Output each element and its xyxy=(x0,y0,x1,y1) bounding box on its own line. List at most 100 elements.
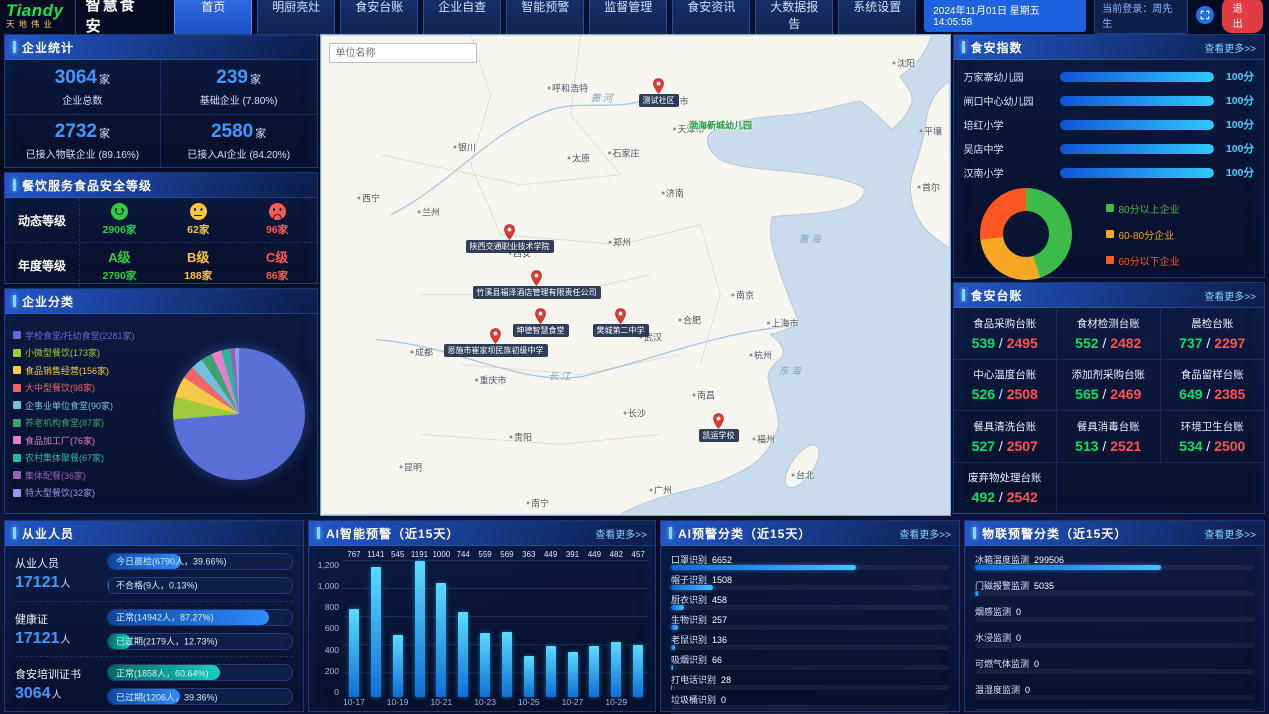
city-dot xyxy=(892,62,895,65)
staff-label: 食安培训证书 xyxy=(15,666,99,682)
hbar-row: 垃圾桶识别0 xyxy=(671,693,949,710)
nav-item-5[interactable]: 监督管理 xyxy=(589,0,667,36)
panel-title: AI预警分类（近15天） xyxy=(678,525,811,542)
legend-item[interactable]: 集体配餐(36家) xyxy=(13,469,165,482)
hbar-value: 0 xyxy=(1016,633,1021,643)
logout-button[interactable]: 退出 xyxy=(1222,0,1263,33)
city-label: 福州 xyxy=(757,433,775,446)
hbar-label: 帽子识别 xyxy=(671,575,707,585)
bar-area xyxy=(627,560,649,697)
stat-cell-2: 2732家已接入物联企业 (89.16%) xyxy=(5,115,161,169)
hbar-row: 口罩识别6652 xyxy=(671,553,949,570)
hbar-value: 0 xyxy=(721,695,726,705)
bar xyxy=(589,646,599,697)
city-dot xyxy=(731,294,734,297)
count-separator: / xyxy=(995,386,1007,402)
hbar-fill xyxy=(671,665,673,670)
legend-item[interactable]: 农村集体聚餐(67家) xyxy=(13,451,165,464)
ledger-cell[interactable]: 餐具消毒台账513 / 2521 xyxy=(1057,411,1161,463)
bar-value-label: 1191 xyxy=(411,550,428,560)
ledger-cell[interactable]: 废弃物处理台账492 / 2542 xyxy=(954,463,1058,515)
china-map xyxy=(321,35,950,514)
nav-item-7[interactable]: 大数据报告 xyxy=(755,0,833,36)
index-bar-fill xyxy=(1060,168,1215,178)
map-pin[interactable]: 凯运学校 xyxy=(699,413,739,442)
city-label: 太原 xyxy=(572,152,590,165)
safety-level-row-0: 动态等级2906家62家96家 xyxy=(5,198,317,243)
map-city: 济南 xyxy=(661,187,684,200)
hbar-label: 老鼠识别 xyxy=(671,635,707,645)
view-more-link[interactable]: 查看更多>> xyxy=(1204,40,1256,55)
ledger-values: 565 / 2469 xyxy=(1075,386,1141,402)
nav-item-8[interactable]: 系统设置 xyxy=(838,0,916,36)
nav-item-4[interactable]: 智能预警 xyxy=(506,0,584,36)
safety-index-list: 万家寨幼儿园100分闸口中心幼儿园100分培红小学100分吴店中学100分汉南小… xyxy=(954,60,1265,184)
bar-area xyxy=(583,560,605,697)
bar xyxy=(611,642,621,697)
ledger-cell[interactable]: 环境卫生台账534 / 2500 xyxy=(1161,411,1265,463)
ledger-label: 废弃物处理台账 xyxy=(968,470,1042,485)
city-label: 郑州 xyxy=(613,236,631,249)
panel-title: AI智能预警（近15天） xyxy=(326,525,459,542)
level-count: 188家 xyxy=(184,268,212,283)
view-more-link[interactable]: 查看更多>> xyxy=(1204,526,1256,541)
city-dot xyxy=(410,351,413,354)
ledger-cell[interactable]: 餐具清洗台账527 / 2507 xyxy=(954,411,1058,463)
city-label: 西宁 xyxy=(362,192,380,205)
bar xyxy=(393,635,403,697)
ledger-cell[interactable]: 食材检测台账552 / 2482 xyxy=(1057,308,1161,360)
nav-item-6[interactable]: 食安资讯 xyxy=(672,0,750,36)
view-more-link[interactable]: 查看更多>> xyxy=(899,526,951,541)
nav-item-3[interactable]: 企业自查 xyxy=(423,0,501,36)
city-dot xyxy=(678,319,681,322)
top-bar: Tiandy 天地伟业 智慧食安 首页明厨亮灶食安台账企业自查智能预警监督管理食… xyxy=(0,0,1269,30)
ledger-label: 食品留样台账 xyxy=(1181,367,1244,382)
hbar-text-line: 可燃气体监测0 xyxy=(975,657,1254,668)
legend-item[interactable]: 大中型餐饮(98家) xyxy=(13,381,165,394)
map-search-input[interactable] xyxy=(329,43,477,63)
nav-item-0[interactable]: 首页 xyxy=(174,0,252,36)
legend-item[interactable]: 特大型餐饮(32家) xyxy=(13,486,165,499)
ledger-cell[interactable]: 食品留样台账649 / 2385 xyxy=(1161,360,1265,412)
legend-item[interactable]: 食品加工厂(76家) xyxy=(13,434,165,447)
safety-level-table: 动态等级2906家62家96家年度等级A级2790家B级188家C级86家 xyxy=(5,198,317,287)
nav-item-2[interactable]: 食安台账 xyxy=(340,0,418,36)
ledger-cell[interactable]: 食品采购台账539 / 2495 xyxy=(954,308,1058,360)
category-legend: 学校食堂/托幼食堂(2281家) 小微型餐饮(173家) 食品销售经营(156家) 大… xyxy=(13,329,165,500)
level-count: 2906家 xyxy=(102,222,136,237)
legend-item[interactable]: 60分以下企业 xyxy=(1106,253,1180,268)
legend-item[interactable]: 60-80分企业 xyxy=(1106,227,1180,242)
legend-item[interactable]: 企事业单位食堂(90家) xyxy=(13,399,165,412)
map-city: 郑州 xyxy=(608,236,631,249)
index-bar-track xyxy=(1060,96,1215,106)
legend-item[interactable]: 食品销售经营(156家) xyxy=(13,364,165,377)
main-content: 企业统计 3064家企业总数239家基础企业 (7.80%)2732家已接入物联… xyxy=(0,30,1269,520)
map-pin[interactable]: 竹溪县福泽酒店管理有限责任公司 xyxy=(473,270,601,299)
city-dot xyxy=(357,197,360,200)
legend-item[interactable]: 学校食堂/托幼食堂(2281家) xyxy=(13,329,165,342)
map-pin[interactable]: 测试社区 xyxy=(639,78,679,107)
map-canvas[interactable]: 沈阳平壤首尔呼和浩特北京市天津市石家庄太原济南银川西宁兰州郑州西安南京合肥上海市… xyxy=(321,35,950,515)
fullscreen-button[interactable] xyxy=(1196,6,1214,24)
legend-item[interactable]: 养老机构食堂(87家) xyxy=(13,416,165,429)
staff-bars: 正常(1858人，60.64%)已过期(1206人，39.36%) xyxy=(107,664,293,705)
map-pin[interactable]: 陕西交通职业技术学院 xyxy=(466,224,554,253)
map-pin[interactable]: 樊城第二中学 xyxy=(593,308,649,337)
legend-item[interactable]: 80分以上企业 xyxy=(1106,201,1180,216)
ledger-cell[interactable]: 添加剂采购台账565 / 2469 xyxy=(1057,360,1161,412)
legend-item[interactable]: 小微型餐饮(173家) xyxy=(13,346,165,359)
done-count: 737 xyxy=(1179,335,1202,351)
map-pin[interactable]: 恩施市崔家坝民族初级中学 xyxy=(444,328,548,357)
grade-label: A级 xyxy=(108,247,130,266)
hbar-label: 吸烟识别 xyxy=(671,655,707,665)
nav-item-1[interactable]: 明厨亮灶 xyxy=(257,0,335,36)
view-more-link[interactable]: 查看更多>> xyxy=(595,526,647,541)
bar xyxy=(436,583,446,697)
city-dot xyxy=(547,87,550,90)
right-column: 食安指数 查看更多>> 万家寨幼儿园100分闸口中心幼儿园100分培红小学100… xyxy=(953,34,1266,516)
ledger-cell[interactable]: 中心温度台账526 / 2508 xyxy=(954,360,1058,412)
bar xyxy=(568,652,578,697)
view-more-link[interactable]: 查看更多>> xyxy=(1204,288,1256,303)
ledger-cell[interactable]: 晨检台账737 / 2297 xyxy=(1161,308,1265,360)
index-score: 100分 xyxy=(1220,165,1254,180)
